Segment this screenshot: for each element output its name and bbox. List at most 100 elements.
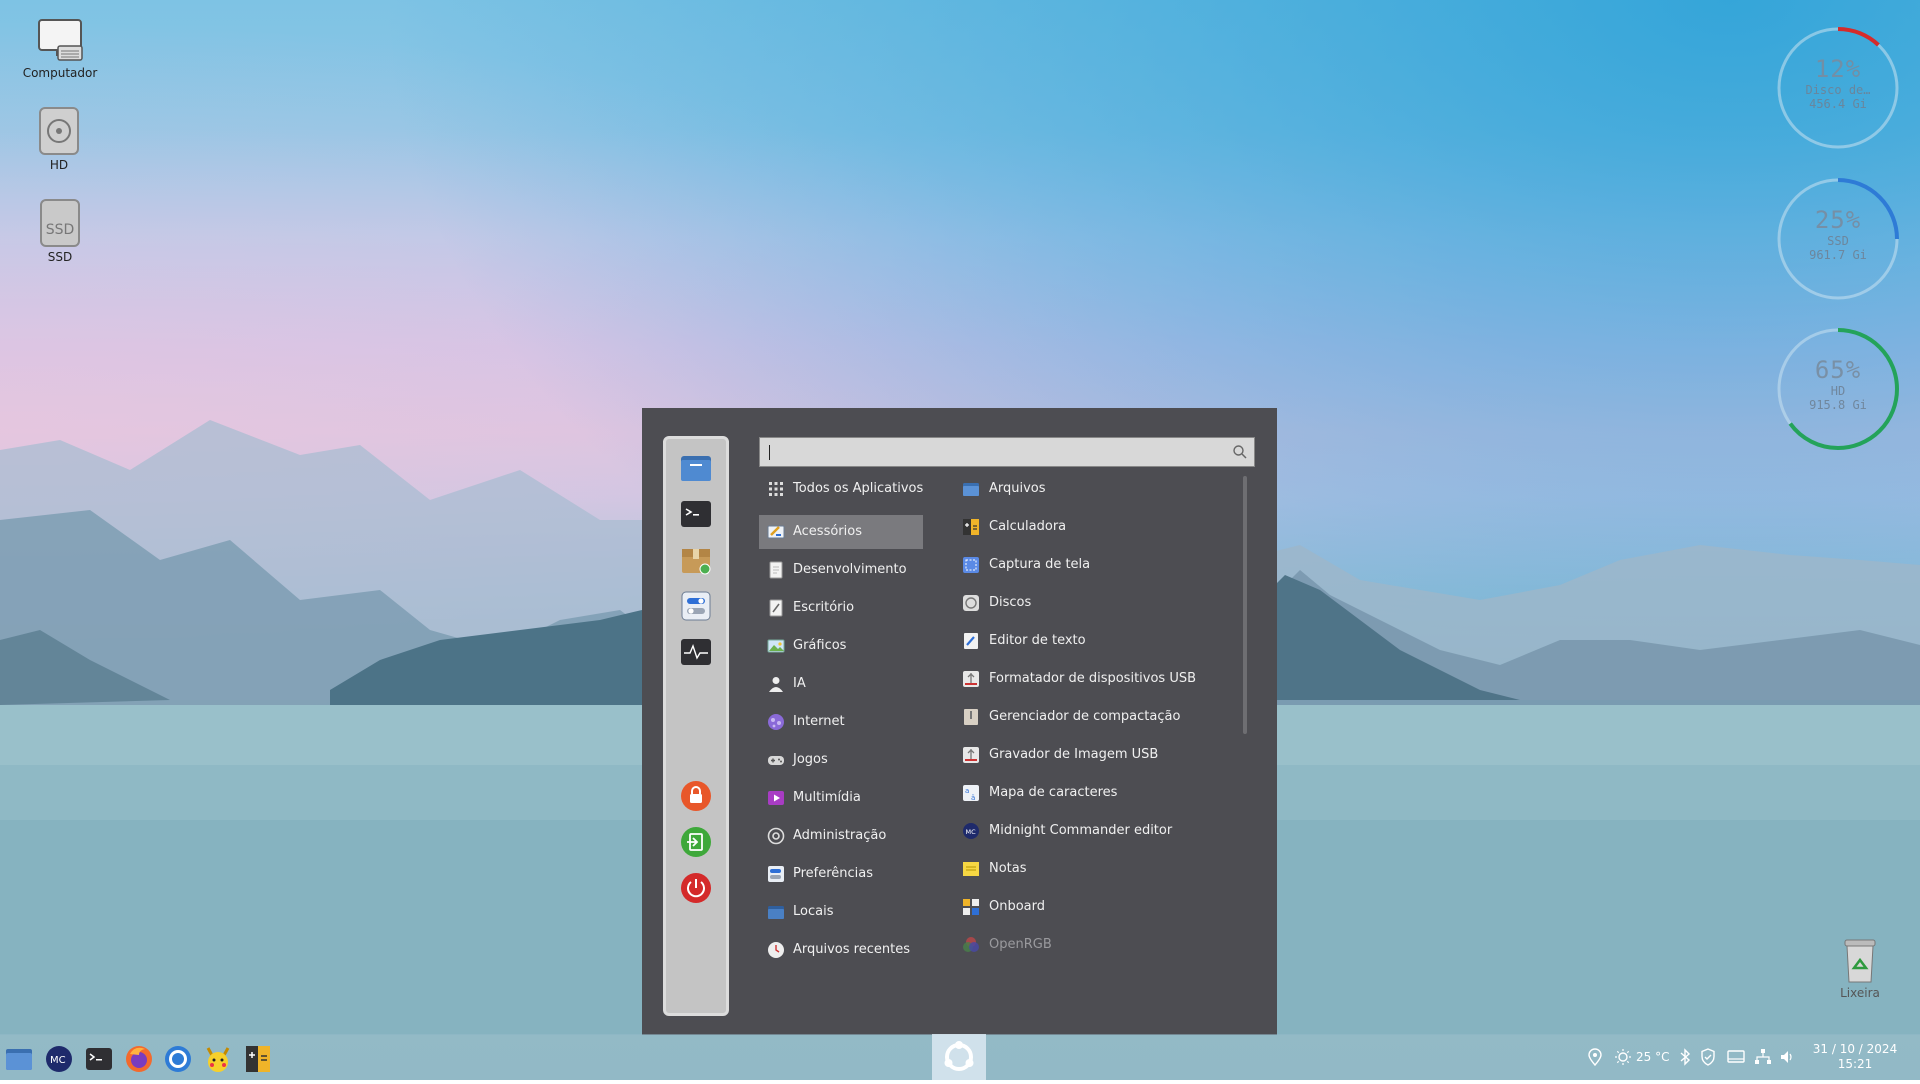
disk-size: 915.8 Gi xyxy=(1809,398,1867,412)
category-places[interactable]: Locais xyxy=(759,895,923,929)
menu-button[interactable] xyxy=(932,1034,986,1080)
archive-icon xyxy=(964,709,978,725)
category-graphics[interactable]: Gráficos xyxy=(759,629,923,663)
category-label: Jogos xyxy=(793,752,828,767)
network-icon[interactable] xyxy=(1754,1048,1772,1066)
category-games[interactable]: Jogos xyxy=(759,743,923,777)
app-list-scrollbar[interactable] xyxy=(1243,476,1247,734)
app-disks[interactable]: Discos xyxy=(962,586,1242,620)
category-multimedia[interactable]: Multimídia xyxy=(759,781,923,815)
app-label: OpenRGB xyxy=(989,937,1052,952)
app-label: Arquivos xyxy=(989,481,1046,496)
search-icon xyxy=(1233,445,1247,459)
files-icon[interactable] xyxy=(679,451,713,485)
category-label: Internet xyxy=(793,714,845,729)
disk-name: Disco de… xyxy=(1805,83,1871,97)
disk-percent: 12% xyxy=(1814,55,1862,83)
app-usb-formatter[interactable]: Formatador de dispositivos USB xyxy=(962,662,1242,696)
power-icon[interactable] xyxy=(679,871,713,905)
screenshot-icon xyxy=(963,557,979,573)
shield-icon[interactable] xyxy=(1700,1048,1716,1066)
category-label: Multimídia xyxy=(793,790,861,805)
lock-icon[interactable] xyxy=(679,779,713,813)
category-administration[interactable]: Administração xyxy=(759,819,923,853)
computer-icon xyxy=(38,19,83,61)
clock[interactable]: 31 / 10 / 2024 15:21 xyxy=(1800,1042,1910,1072)
multimedia-icon xyxy=(768,791,784,805)
location-icon[interactable] xyxy=(1588,1048,1602,1066)
display-icon[interactable] xyxy=(1727,1048,1745,1066)
application-menu: Todos os Aplicativos Acessórios Desenvol… xyxy=(642,408,1277,1035)
app-label: Midnight Commander editor xyxy=(989,823,1173,838)
charmap-icon: aä xyxy=(963,785,979,802)
app-text-editor[interactable]: Editor de texto xyxy=(962,624,1242,658)
category-ai[interactable]: IA xyxy=(759,667,923,701)
app-label: Gravador de Imagem USB xyxy=(989,747,1159,762)
firefox-icon[interactable] xyxy=(124,1044,154,1074)
terminal-icon[interactable] xyxy=(679,497,713,531)
package-icon[interactable] xyxy=(679,543,713,577)
logout-icon[interactable] xyxy=(679,825,713,859)
disk-widget-hd: 65% HD 915.8 Gi xyxy=(1775,326,1901,452)
app-archive-manager[interactable]: Gerenciador de compactação xyxy=(962,700,1242,734)
app-onboard[interactable]: Onboard xyxy=(962,890,1242,924)
desktop-icon-ssd[interactable]: SSD SSD xyxy=(10,198,110,264)
disk-size: 456.4 Gi xyxy=(1809,97,1867,111)
app-screenshot[interactable]: Captura de tela xyxy=(962,548,1242,582)
mc-icon[interactable]: MC xyxy=(44,1044,74,1074)
app-midnight-commander[interactable]: MC Midnight Commander editor xyxy=(962,814,1242,848)
category-office[interactable]: Escritório xyxy=(759,591,923,625)
volume-icon[interactable] xyxy=(1779,1048,1795,1066)
svg-text:SSD: SSD xyxy=(46,222,75,238)
app-usb-image-writer[interactable]: Gravador de Imagem USB xyxy=(962,738,1242,772)
settings-icon[interactable] xyxy=(679,589,713,623)
preferences-icon xyxy=(768,866,784,882)
category-development[interactable]: Desenvolvimento xyxy=(759,553,923,587)
recent-files-icon xyxy=(768,942,784,958)
files-icon[interactable] xyxy=(4,1044,34,1074)
category-accessories[interactable]: Acessórios xyxy=(759,515,923,549)
app-label: Discos xyxy=(989,595,1032,610)
disk-widget-system: 12% Disco de… 456.4 Gi xyxy=(1775,25,1901,151)
date-text: 31 / 10 / 2024 xyxy=(1812,1042,1898,1056)
app-label: Calculadora xyxy=(989,519,1067,534)
desktop-icon-hd[interactable]: HD xyxy=(9,106,109,172)
category-all-applications[interactable]: Todos os Aplicativos xyxy=(759,472,923,506)
svg-text:ä: ä xyxy=(971,794,975,802)
desktop-icon-label: SSD xyxy=(47,250,73,264)
chrome-icon[interactable] xyxy=(163,1044,193,1074)
pikachu-icon[interactable] xyxy=(203,1044,233,1074)
terminal-icon[interactable] xyxy=(84,1044,114,1074)
files-icon xyxy=(963,483,979,496)
category-recent-files[interactable]: Arquivos recentes xyxy=(759,933,923,967)
desktop-icon-label: HD xyxy=(49,158,69,172)
category-internet[interactable]: Internet xyxy=(759,705,923,739)
desktop-icon-trash[interactable]: Lixeira xyxy=(1810,938,1910,1000)
app-files[interactable]: Arquivos xyxy=(962,472,1242,506)
distro-logo-icon xyxy=(944,1041,974,1071)
internet-icon xyxy=(768,714,784,730)
ai-icon xyxy=(769,677,783,692)
calculator-icon[interactable] xyxy=(243,1044,273,1074)
search-input[interactable] xyxy=(759,437,1255,467)
category-label: Todos os Aplicativos xyxy=(793,481,924,496)
weather-icon[interactable] xyxy=(1614,1048,1632,1066)
category-label: Escritório xyxy=(793,600,855,615)
category-preferences[interactable]: Preferências xyxy=(759,857,923,891)
disk-name: SSD xyxy=(1827,234,1849,248)
category-label: Administração xyxy=(793,828,887,843)
text-caret xyxy=(769,445,770,460)
app-label: Captura de tela xyxy=(989,557,1091,572)
app-calculator[interactable]: Calculadora xyxy=(962,510,1242,544)
grid-icon xyxy=(769,482,783,496)
desktop-icon-computer[interactable]: Computador xyxy=(10,16,110,80)
keyboard-icon xyxy=(963,899,979,915)
bluetooth-icon[interactable] xyxy=(1679,1048,1691,1066)
app-openrgb[interactable]: OpenRGB xyxy=(962,928,1242,962)
app-label: Gerenciador de compactação xyxy=(989,709,1181,724)
system-monitor-icon[interactable] xyxy=(679,635,713,669)
app-notes[interactable]: Notas xyxy=(962,852,1242,886)
app-character-map[interactable]: aä Mapa de caracteres xyxy=(962,776,1242,810)
calculator-icon xyxy=(963,519,979,535)
trash-icon xyxy=(1844,939,1876,983)
